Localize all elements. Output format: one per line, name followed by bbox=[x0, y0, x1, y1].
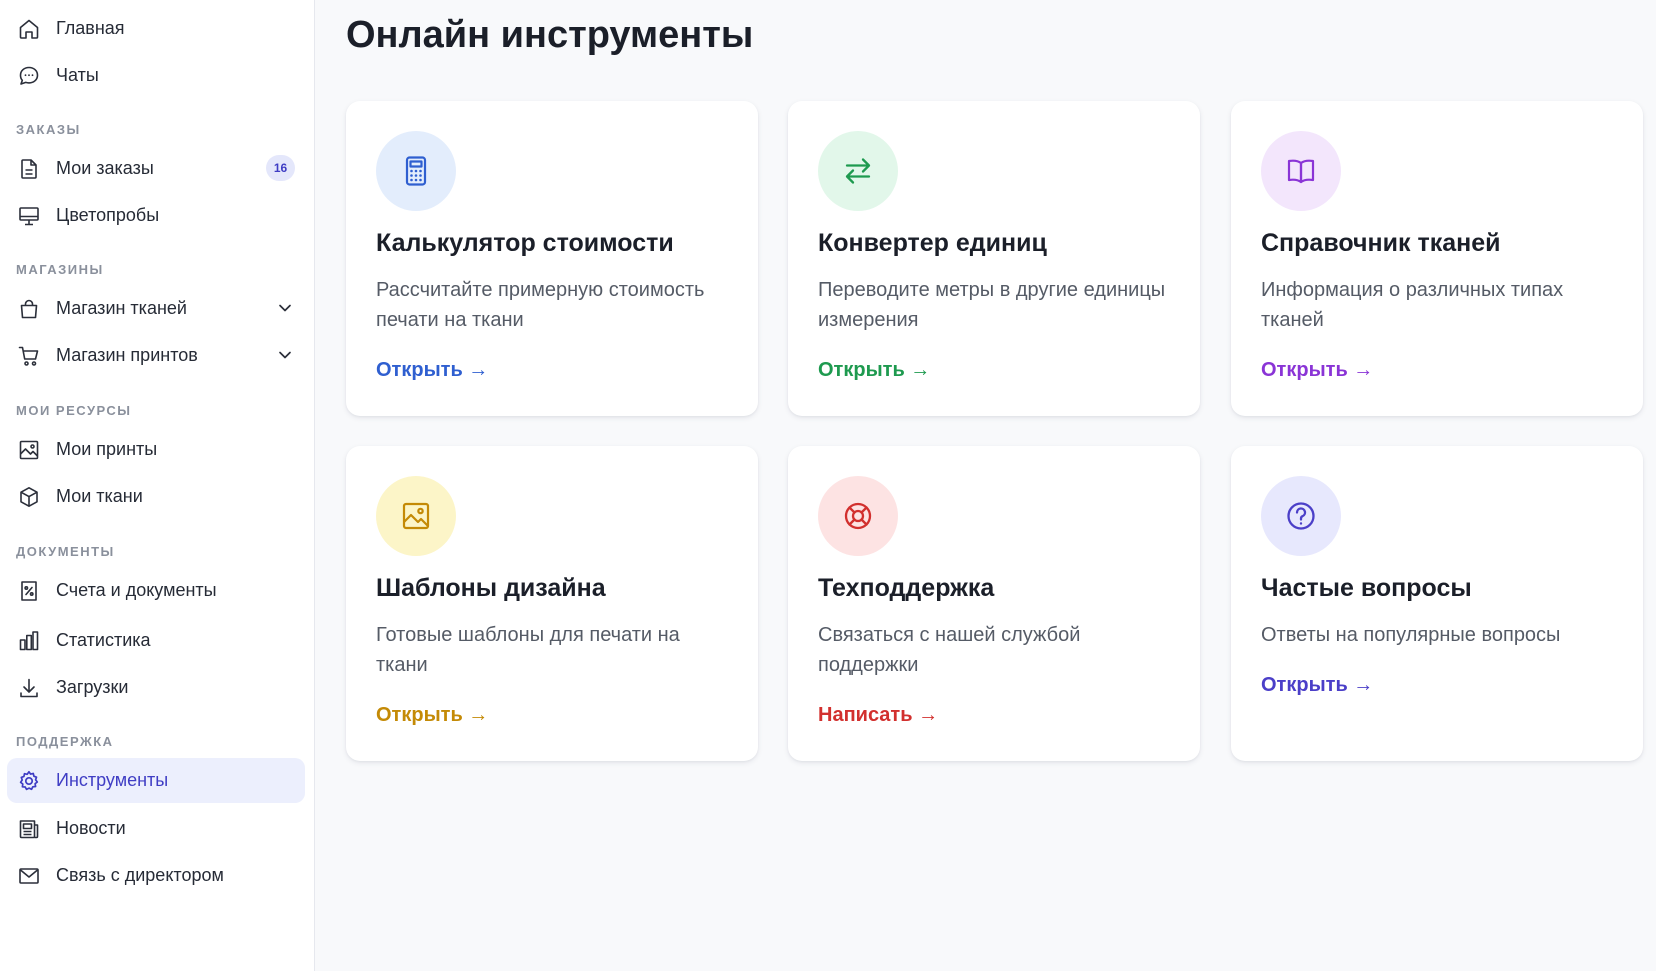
image-icon bbox=[376, 476, 456, 556]
sidebar-item-invoices[interactable]: Счета и документы bbox=[7, 568, 305, 613]
chat-bubble-icon bbox=[17, 64, 41, 88]
sidebar-item-my-orders[interactable]: Мои заказы 16 bbox=[7, 146, 305, 191]
tool-card-design-templates[interactable]: Шаблоны дизайна Готовые шаблоны для печа… bbox=[346, 446, 758, 761]
card-description: Информация о различных типах тканей bbox=[1261, 279, 1564, 331]
app-window: Главная Чаты ЗАКАЗЫ Мои заказы 16 Цветоп… bbox=[0, 0, 1656, 971]
sidebar-item-label: Цветопробы bbox=[56, 205, 160, 225]
sidebar-item-my-prints[interactable]: Мои принты bbox=[7, 427, 305, 472]
cube-icon bbox=[17, 485, 41, 509]
open-faq-link[interactable]: Открыть → bbox=[1261, 674, 1373, 697]
page-title: Онлайн инструменты bbox=[346, 14, 754, 56]
sidebar-item-home[interactable]: Главная bbox=[7, 6, 305, 51]
card-title: Калькулятор стоимости bbox=[376, 229, 674, 257]
card-description: Связаться с нашей службой поддержки bbox=[818, 624, 1081, 676]
tool-card-cost-calculator[interactable]: Калькулятор стоимости Рассчитайте пример… bbox=[346, 101, 758, 416]
open-templates-link[interactable]: Открыть → bbox=[376, 704, 488, 727]
sidebar-item-statistics[interactable]: Статистика bbox=[7, 618, 305, 663]
sidebar-item-contact-director[interactable]: Связь с директором bbox=[7, 853, 305, 898]
section-title-resources: МОИ РЕСУРСЫ bbox=[16, 403, 132, 418]
sidebar-item-print-shop[interactable]: Магазин принтов bbox=[7, 333, 305, 378]
home-icon bbox=[17, 17, 41, 41]
sidebar-item-my-fabrics[interactable]: Мои ткани bbox=[7, 474, 305, 519]
card-description: Рассчитайте примерную стоимость печати н… bbox=[376, 279, 705, 331]
sidebar-item-label: Связь с директором bbox=[56, 865, 224, 885]
lifebuoy-icon bbox=[818, 476, 898, 556]
sidebar-item-label: Новости bbox=[56, 818, 126, 838]
book-icon bbox=[1261, 131, 1341, 211]
sidebar-item-label: Чаты bbox=[56, 65, 99, 85]
card-title: Частые вопросы bbox=[1261, 574, 1472, 602]
tool-card-fabric-reference[interactable]: Справочник тканей Информация о различных… bbox=[1231, 101, 1643, 416]
newspaper-icon bbox=[17, 817, 41, 841]
image-icon bbox=[17, 438, 41, 462]
sidebar-item-color-proofs[interactable]: Цветопробы bbox=[7, 193, 305, 238]
document-icon bbox=[17, 157, 41, 181]
calculator-icon bbox=[376, 131, 456, 211]
sidebar-item-downloads[interactable]: Загрузки bbox=[7, 665, 305, 710]
shopping-cart-icon bbox=[17, 344, 41, 368]
chevron-down-icon[interactable] bbox=[275, 298, 295, 318]
section-title-documents: ДОКУМЕНТЫ bbox=[16, 544, 115, 559]
tool-card-faq[interactable]: Частые вопросы Ответы на популярные вопр… bbox=[1231, 446, 1643, 761]
sidebar-item-fabric-shop[interactable]: Магазин тканей bbox=[7, 286, 305, 331]
sidebar-item-label: Мои заказы bbox=[56, 158, 154, 178]
open-fabric-reference-link[interactable]: Открыть → bbox=[1261, 359, 1373, 382]
open-converter-link[interactable]: Открыть → bbox=[818, 359, 930, 382]
gear-icon bbox=[17, 769, 41, 793]
section-title-orders: ЗАКАЗЫ bbox=[16, 122, 81, 137]
sidebar-item-news[interactable]: Новости bbox=[7, 806, 305, 851]
card-title: Справочник тканей bbox=[1261, 229, 1501, 257]
swap-arrows-icon bbox=[818, 131, 898, 211]
tool-card-unit-converter[interactable]: Конвертер единиц Переводите метры в друг… bbox=[788, 101, 1200, 416]
chevron-down-icon[interactable] bbox=[275, 345, 295, 365]
section-title-support: ПОДДЕРЖКА bbox=[16, 734, 114, 749]
sidebar: Главная Чаты ЗАКАЗЫ Мои заказы 16 Цветоп… bbox=[0, 0, 315, 971]
open-calculator-link[interactable]: Открыть → bbox=[376, 359, 488, 382]
question-icon bbox=[1261, 476, 1341, 556]
write-support-link[interactable]: Написать → bbox=[818, 704, 938, 727]
sidebar-item-chats[interactable]: Чаты bbox=[7, 53, 305, 98]
sidebar-item-label: Магазин тканей bbox=[56, 298, 187, 318]
card-description: Ответы на популярные вопросы bbox=[1261, 624, 1561, 646]
sidebar-item-label: Главная bbox=[56, 18, 125, 38]
sidebar-item-label: Инструменты bbox=[56, 770, 169, 790]
download-icon bbox=[17, 676, 41, 700]
mail-icon bbox=[17, 864, 41, 888]
receipt-icon bbox=[17, 579, 41, 603]
monitor-icon bbox=[17, 204, 41, 228]
sidebar-item-label: Статистика bbox=[56, 630, 151, 650]
sidebar-item-label: Мои принты bbox=[56, 439, 158, 459]
tool-card-tech-support[interactable]: Техподдержка Связаться с нашей службой п… bbox=[788, 446, 1200, 761]
section-title-shops: МАГАЗИНЫ bbox=[16, 262, 104, 277]
card-title: Шаблоны дизайна bbox=[376, 574, 606, 602]
card-description: Переводите метры в другие единицы измере… bbox=[818, 279, 1166, 331]
bar-chart-icon bbox=[17, 629, 41, 653]
sidebar-item-label: Мои ткани bbox=[56, 486, 143, 506]
sidebar-item-label: Магазин принтов bbox=[56, 345, 198, 365]
sidebar-item-label: Загрузки bbox=[56, 677, 129, 697]
sidebar-item-tools[interactable]: Инструменты bbox=[7, 758, 305, 803]
shopping-bag-icon bbox=[17, 297, 41, 321]
orders-count-badge: 16 bbox=[266, 155, 295, 181]
card-title: Конвертер единиц bbox=[818, 229, 1047, 257]
card-title: Техподдержка bbox=[818, 574, 995, 602]
sidebar-item-label: Счета и документы bbox=[56, 580, 217, 600]
card-description: Готовые шаблоны для печати на ткани bbox=[376, 624, 680, 676]
